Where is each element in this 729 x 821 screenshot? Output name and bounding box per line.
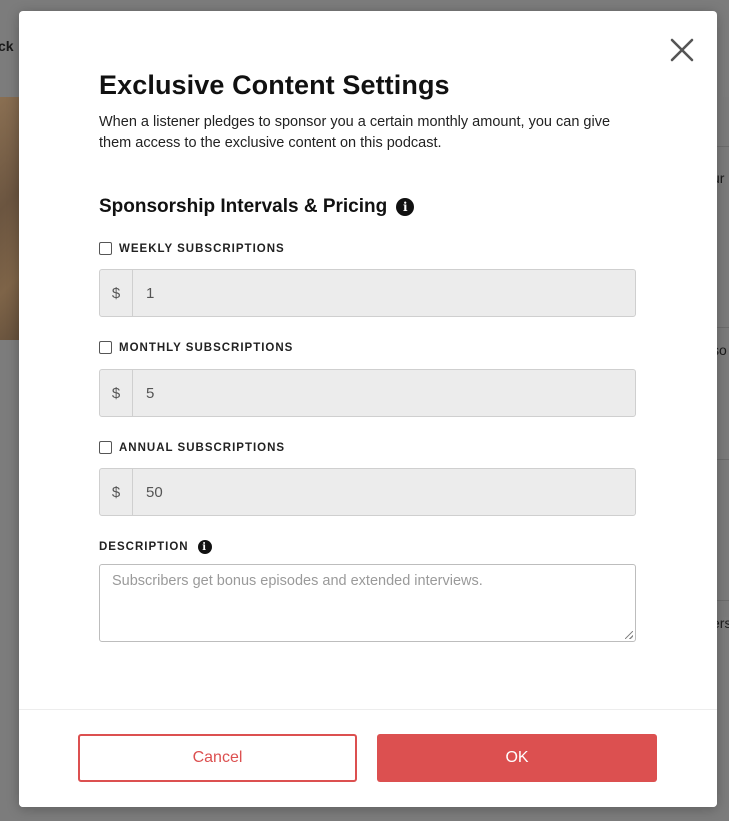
ok-button[interactable]: OK — [377, 734, 657, 782]
close-button[interactable] — [669, 37, 695, 63]
annual-price-field[interactable]: $ 50 — [99, 468, 636, 516]
modal-description: When a listener pledges to sponsor you a… — [99, 114, 611, 151]
monthly-subscriptions-checkbox[interactable] — [99, 341, 112, 354]
modal-title: Exclusive Content Settings — [99, 70, 450, 100]
description-placeholder: Subscribers get bonus episodes and exten… — [112, 573, 483, 589]
description-label: DESCRIPTION — [99, 541, 189, 553]
monthly-subscriptions-row[interactable]: MONTHLY SUBSCRIPTIONS — [99, 341, 293, 354]
weekly-subscriptions-checkbox[interactable] — [99, 242, 112, 255]
annual-price-input[interactable]: 50 — [133, 469, 635, 515]
annual-subscriptions-row[interactable]: ANNUAL SUBSCRIPTIONS — [99, 441, 285, 454]
info-icon[interactable]: i — [197, 540, 212, 554]
close-icon — [670, 38, 694, 62]
weekly-subscriptions-row[interactable]: WEEKLY SUBSCRIPTIONS — [99, 242, 285, 255]
annual-subscriptions-checkbox[interactable] — [99, 441, 112, 454]
monthly-price-input[interactable]: 5 — [133, 370, 635, 416]
description-textarea[interactable]: Subscribers get bonus episodes and exten… — [99, 564, 636, 642]
cancel-button[interactable]: Cancel — [78, 734, 357, 782]
weekly-subscriptions-label: WEEKLY SUBSCRIPTIONS — [119, 242, 285, 255]
currency-addon: $ — [100, 270, 133, 316]
annual-subscriptions-label: ANNUAL SUBSCRIPTIONS — [119, 441, 286, 454]
monthly-subscriptions-label: MONTHLY SUBSCRIPTIONS — [119, 341, 294, 354]
section-title: Sponsorship Intervals & Pricing i — [99, 196, 415, 218]
weekly-price-field[interactable]: $ 1 — [99, 269, 636, 317]
currency-addon: $ — [100, 469, 133, 515]
section-title-text: Sponsorship Intervals & Pricing — [99, 196, 388, 217]
modal-footer: Cancel OK — [19, 709, 717, 807]
description-label-row: DESCRIPTION i — [99, 540, 212, 554]
background-back-link: ck — [0, 38, 14, 54]
exclusive-content-settings-modal: Exclusive Content Settings When a listen… — [19, 11, 717, 807]
currency-addon: $ — [100, 370, 133, 416]
resize-handle[interactable] — [625, 631, 633, 639]
weekly-price-input[interactable]: 1 — [133, 270, 635, 316]
monthly-price-field[interactable]: $ 5 — [99, 369, 636, 417]
info-icon[interactable]: i — [396, 198, 415, 216]
